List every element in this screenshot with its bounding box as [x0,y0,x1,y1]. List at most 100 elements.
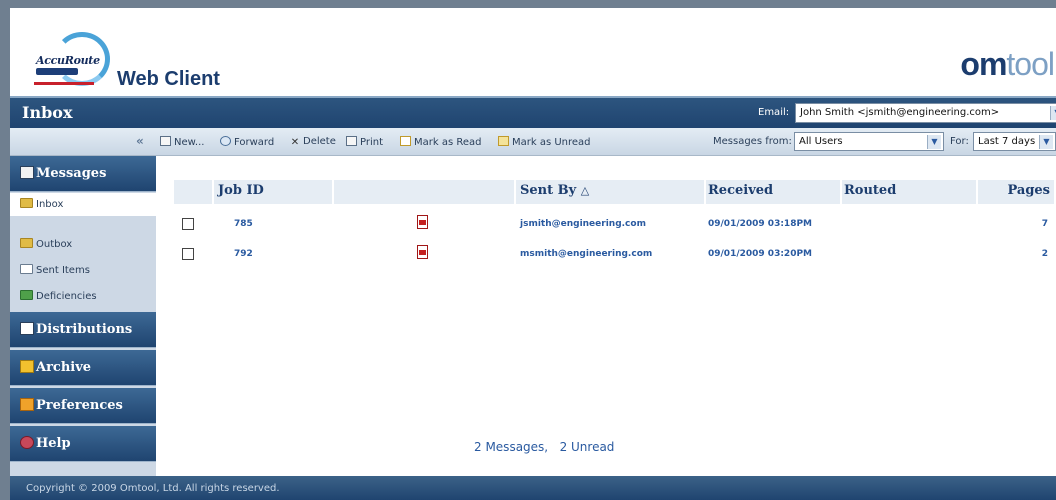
pdf-icon[interactable] [417,245,428,259]
email-select[interactable]: John Smith <jsmith@engineering.com> ▼ [795,103,1056,123]
print-button-label: Print [360,137,384,148]
new-button[interactable]: New... [160,136,204,148]
date-range-value: Last 7 days [978,136,1036,147]
page-title: Inbox [22,103,73,122]
unread-count: 2 Unread [559,440,615,454]
sidebar-section-distributions[interactable]: Distributions [10,312,156,348]
folder-icon [20,238,33,248]
row-checkbox[interactable] [182,248,194,260]
row-checkbox[interactable] [182,218,194,230]
logo-bar-icon [36,68,78,75]
sidebar-section-archive[interactable]: Archive [10,350,156,386]
web-client-window: AccuRoute Web Client omtool Inbox Email:… [0,0,1056,500]
mark-as-read-button[interactable]: Mark as Read [400,136,481,148]
distributions-icon [20,322,34,335]
table-row[interactable]: 792 msmith@engineering.com 09/01/2009 03… [174,240,1056,270]
sidebar-section-label: Preferences [36,398,123,413]
pages-cell: 7 [1041,219,1048,229]
sidebar-section-help[interactable]: Help [10,426,156,462]
tools-icon [20,398,34,411]
copyright-text: Copyright © 2009 Omtool, Ltd. All rights… [26,483,280,494]
new-message-icon [160,136,171,146]
accuroute-logo: AccuRoute [28,30,114,88]
messages-icon [20,166,34,179]
archive-icon [20,360,34,373]
sidebar-item-label: Deficiencies [36,291,97,302]
pages-cell: 2 [1041,249,1048,259]
job-id-cell: 792 [234,249,253,259]
received-cell: 09/01/2009 03:20PM [708,249,813,259]
forward-button-label: Forward [234,137,275,148]
messages-from-label: Messages from: [713,136,792,147]
mark-as-unread-button[interactable]: Mark as Unread [498,136,591,148]
delete-button-label: Delete [303,136,336,147]
sidebar-section-label: Distributions [36,322,133,337]
app-title: Web Client [117,68,220,90]
column-header-pages[interactable]: Pages [978,180,1054,204]
sidebar-item-label: Sent Items [36,265,90,276]
sidebar: Messages Inbox Outbox Sent Items Deficie… [10,156,156,476]
sent-folder-icon [20,264,33,274]
sidebar-section-label: Messages [36,166,107,181]
chevron-down-icon[interactable]: ▼ [927,135,941,149]
envelope-open-icon [400,136,411,146]
sidebar-item-sent-items[interactable]: Sent Items [10,259,156,282]
sidebar-item-inbox[interactable]: Inbox [10,193,156,216]
chevron-down-icon[interactable]: ▼ [1050,106,1056,120]
header: AccuRoute Web Client omtool [10,8,1056,96]
sent-by-cell[interactable]: msmith@engineering.com [520,249,652,259]
received-cell: 09/01/2009 03:18PM [708,219,813,229]
window-left-border [0,0,10,500]
omtool-logo: omtool [960,46,1055,83]
folder-icon [20,198,33,208]
mark-as-read-label: Mark as Read [414,137,482,148]
toolbar: « New... Forward ✕ Delete Print Mark as R… [10,128,1056,156]
window-top-border [0,0,1056,8]
sidebar-item-label: Outbox [36,239,73,250]
messages-from-value: All Users [799,136,843,147]
table-header: Job ID Sent By △ Received Routed Pages [174,180,1056,204]
sort-ascending-icon: △ [580,184,590,197]
forward-icon [220,136,231,146]
brand-part-2: tool [1006,46,1055,82]
forward-button[interactable]: Forward [220,136,274,148]
new-button-label: New... [174,137,205,148]
column-header-select [174,180,214,204]
mark-as-unread-label: Mark as Unread [512,137,591,148]
sidebar-section-label: Archive [36,360,92,375]
collapse-sidebar-icon[interactable]: « [136,134,144,148]
sent-by-cell[interactable]: jsmith@engineering.com [520,219,646,229]
delete-icon: ✕ [290,137,300,148]
messages-from-select[interactable]: All Users ▼ [794,132,944,151]
column-header-type [334,180,516,204]
envelope-icon [498,136,509,146]
message-summary: 2 Messages, 2 Unread [474,440,614,454]
job-id-cell: 785 [234,219,253,229]
for-label: For: [950,136,969,147]
delete-button[interactable]: ✕ Delete [290,136,336,148]
sidebar-section-preferences[interactable]: Preferences [10,388,156,424]
brand-part-1: om [960,46,1007,82]
chevron-down-icon[interactable]: ▼ [1039,135,1053,149]
email-label: Email: [758,107,790,118]
column-header-received[interactable]: Received [706,180,842,204]
help-icon [20,436,34,449]
column-header-sent-by[interactable]: Sent By △ [516,180,706,204]
sidebar-item-label: Inbox [36,199,64,210]
title-bar: Inbox Email: John Smith <jsmith@engineer… [10,96,1056,128]
table-row[interactable]: 785 jsmith@engineering.com 09/01/2009 03… [174,210,1056,240]
print-button[interactable]: Print [346,136,383,148]
pdf-icon[interactable] [417,215,428,229]
column-header-routed[interactable]: Routed [842,180,978,204]
date-range-select[interactable]: Last 7 days ▼ [973,132,1056,151]
sidebar-item-deficiencies[interactable]: Deficiencies [10,285,156,308]
column-header-label: Sent By [520,183,577,198]
sidebar-section-messages[interactable]: Messages [10,156,156,192]
column-header-job-id[interactable]: Job ID [214,180,334,204]
sidebar-item-outbox[interactable]: Outbox [10,233,156,256]
print-icon [346,136,357,146]
logo-underline-icon [34,82,94,85]
sidebar-section-label: Help [36,436,71,451]
email-select-value: John Smith <jsmith@engineering.com> [800,107,1000,118]
checkmark-icon [20,290,33,300]
